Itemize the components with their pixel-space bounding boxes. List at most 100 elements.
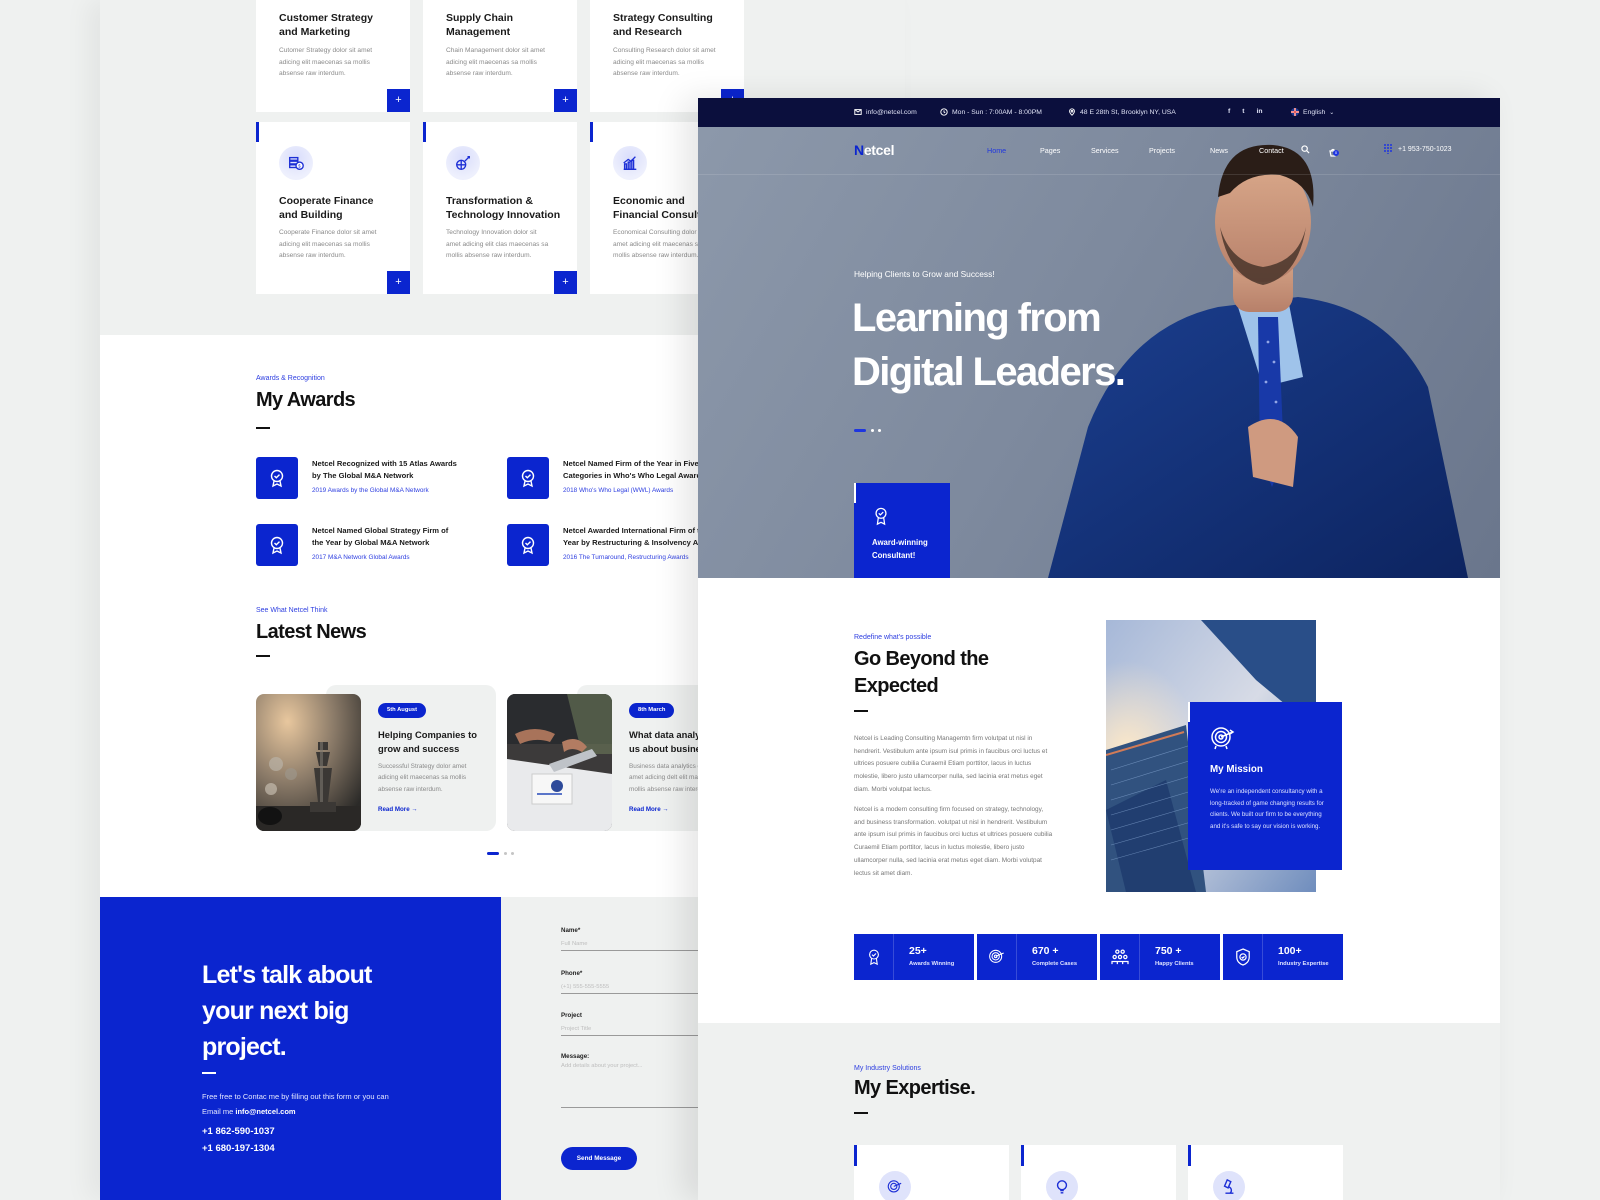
cart-button[interactable]: 0 (1328, 144, 1339, 157)
award-item: Netcel Recognized with 15 Atlas Awards by… (256, 457, 486, 501)
award-link[interactable]: 2017 M&A Network Global Awards (312, 554, 410, 561)
lightbulb-icon (1046, 1171, 1078, 1200)
location-pin-icon (1069, 108, 1075, 116)
title-dash (256, 427, 270, 429)
expertise-eyebrow: My Industry Solutions (854, 1065, 921, 1072)
award-icon (854, 934, 894, 980)
news-headline[interactable]: What data analytics tellsus about busine… (629, 728, 707, 756)
expertise-card[interactable] (854, 1145, 1009, 1200)
globe-tech-icon (446, 146, 480, 180)
contact-phone-1[interactable]: +1 862-590-1037 (202, 1126, 275, 1137)
award-link[interactable]: 2016 The Turnaround, Restructuring Award… (563, 554, 703, 561)
service-card-customer-strategy: Customer Strategy and Marketing Cutomer S… (256, 0, 410, 112)
award-link[interactable]: 2019 Awards by the Global M&A Network (312, 487, 429, 494)
card-accent (423, 122, 426, 142)
contact-email-link[interactable]: info@netcel.com (235, 1107, 295, 1116)
stat-awards: 25+ Awards Winning (854, 934, 974, 980)
message-textarea[interactable] (561, 1063, 701, 1108)
language-selector[interactable]: English ⌄ (1291, 108, 1334, 116)
about-eyebrow: Redefine what's possible (854, 634, 932, 641)
read-more-link[interactable]: Read More → (629, 806, 669, 813)
right-page-preview: info@netcel.com Mon - Sun : 7:00AM - 8:0… (698, 98, 1500, 1200)
mission-title: My Mission (1210, 764, 1263, 775)
nav-phone[interactable]: +1 953-750-1023 (1384, 144, 1452, 154)
read-more-link[interactable]: Read More → (378, 806, 418, 813)
search-icon[interactable] (1301, 145, 1310, 154)
award-winning-badge: Award-winning Consultant! (854, 483, 950, 578)
people-icon (1100, 934, 1140, 980)
send-message-button[interactable]: Send Message (561, 1147, 637, 1170)
stats-strip: 25+ Awards Winning 670 + Complete Cases … (854, 934, 1343, 980)
service-more-button[interactable]: + (387, 89, 410, 112)
hero-section: Netcel Home Pages Services Projects News… (698, 127, 1500, 578)
stat-value: 25+ (909, 945, 927, 957)
expertise-card[interactable] (1188, 1145, 1343, 1200)
language-label: English (1303, 108, 1326, 116)
expertise-section: My Industry Solutions My Expertise. (698, 1023, 1500, 1200)
service-more-button[interactable]: + (554, 89, 577, 112)
target-icon (977, 934, 1017, 980)
hero-slide-dot[interactable] (871, 429, 874, 432)
badge-accent (854, 483, 856, 503)
stat-clients: 750 + Happy Clients (1100, 934, 1220, 980)
title-dash (854, 710, 868, 712)
project-input[interactable] (561, 1022, 701, 1036)
expertise-card[interactable] (1021, 1145, 1176, 1200)
mail-icon (854, 109, 862, 115)
news-pager-dot-active[interactable] (487, 852, 499, 855)
award-link[interactable]: 2018 Who's Who Legal (WWL) Awards (563, 487, 703, 494)
service-card-strategy-consulting: Strategy Consulting and Research Consulti… (590, 0, 744, 112)
service-card-transformation: Transformation & Technology Innovation Te… (423, 122, 577, 294)
news-excerpt: Successful Strategy dolor amet adicing el… (378, 763, 467, 793)
service-more-button[interactable]: + (387, 271, 410, 294)
stat-expertise: 100+ Industry Expertise (1223, 934, 1343, 980)
title-dash (256, 655, 270, 657)
hero-headline: Learning from Digital Leaders. (852, 296, 1126, 394)
twitter-icon[interactable]: t (1242, 108, 1244, 115)
nav-services[interactable]: Services (1091, 146, 1119, 155)
news-card[interactable]: 8th March What data analytics tellsus ab… (507, 685, 707, 831)
name-input[interactable] (561, 937, 701, 951)
linkedin-icon[interactable]: in (1257, 108, 1263, 115)
stat-value: 670 + (1032, 945, 1059, 957)
news-headline[interactable]: Helping Companies to grow and success (378, 728, 496, 756)
nav-projects[interactable]: Projects (1149, 146, 1175, 155)
mission-card: My Mission We're an independent consulta… (1188, 702, 1342, 870)
title-dash (202, 1072, 216, 1074)
topbar-email[interactable]: info@netcel.com (854, 108, 917, 116)
nav-home[interactable]: Home (987, 146, 1006, 155)
news-image-chess (256, 694, 361, 831)
news-pager-dot[interactable] (504, 852, 507, 855)
top-info-bar: info@netcel.com Mon - Sun : 7:00AM - 8:0… (698, 98, 1500, 127)
award-title: Netcel Recognized with 15 Atlas Awards by… (312, 459, 457, 480)
hero-slide-dot-active[interactable] (854, 429, 866, 432)
facebook-icon[interactable]: f (1228, 108, 1230, 115)
title-dash (854, 1112, 868, 1114)
service-more-button[interactable]: + (554, 271, 577, 294)
netcel-logo[interactable]: Netcel (854, 142, 895, 158)
card-accent (1188, 1145, 1191, 1166)
nav-news[interactable]: News (1210, 146, 1228, 155)
nav-contact[interactable]: Contact (1259, 146, 1284, 155)
topbar-address: 48 E 28th St, Brooklyn NY, USA (1068, 108, 1176, 116)
uk-flag-icon (1291, 108, 1299, 116)
phone-input[interactable] (561, 980, 701, 994)
news-pager-dot[interactable] (511, 852, 514, 855)
service-card-supply-chain: Supply Chain Management Chain Management … (423, 0, 577, 112)
contact-description: Free free to Contac me by filling out th… (202, 1092, 389, 1116)
hero-slide-dot[interactable] (878, 429, 881, 432)
name-label: Name* (561, 927, 581, 934)
news-card[interactable]: 5th August Helping Companies to grow and … (256, 685, 496, 831)
contact-phone-2[interactable]: +1 680-197-1304 (202, 1143, 275, 1154)
service-desc: Technology Innovation dolor sit amet adic… (446, 229, 549, 259)
message-label: Message: (561, 1053, 590, 1060)
topbar-hours: Mon - Sun : 7:00AM - 8:00PM (940, 108, 1042, 116)
nav-pages[interactable]: Pages (1040, 146, 1060, 155)
topbar-email-text: info@netcel.com (866, 108, 917, 116)
stat-label: Complete Cases (1032, 961, 1078, 967)
award-ribbon-icon (875, 507, 887, 526)
hero-eyebrow: Helping Clients to Grow and Success! (854, 269, 995, 279)
card-accent (256, 122, 259, 142)
topbar-address-text: 48 E 28th St, Brooklyn NY, USA (1080, 108, 1176, 116)
service-title: Transformation & Technology Innovation (446, 195, 561, 221)
